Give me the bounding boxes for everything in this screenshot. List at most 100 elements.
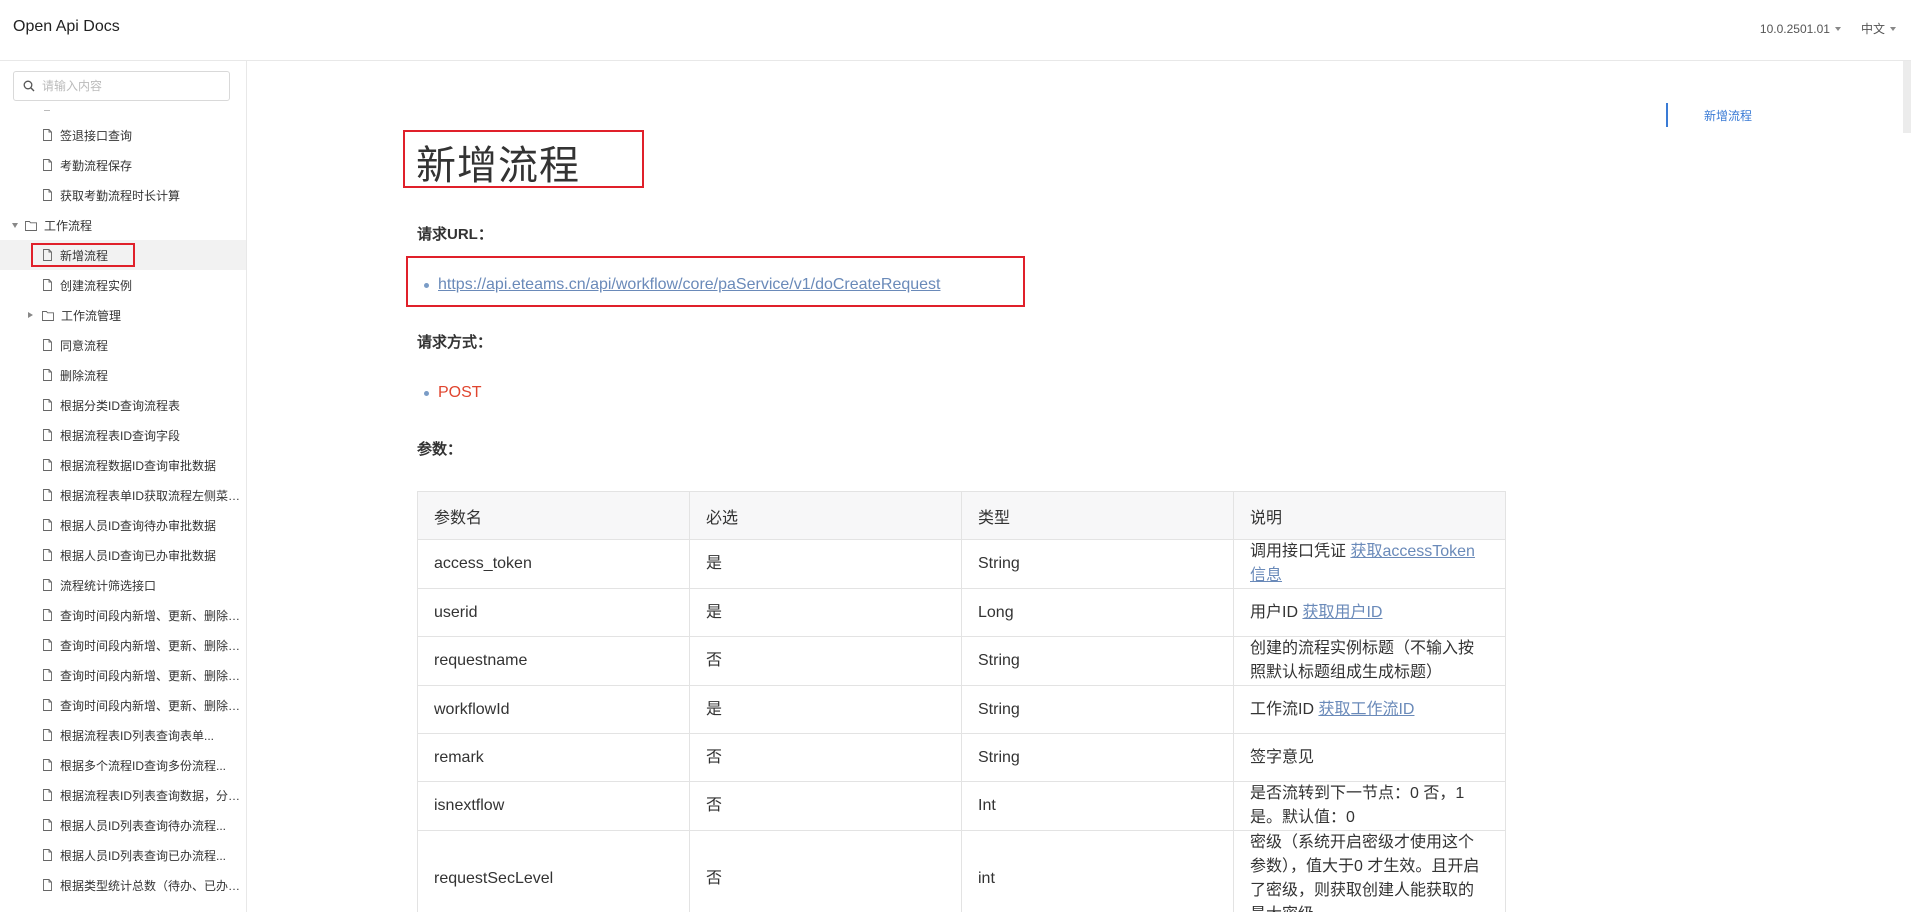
- sidebar-item-label: 考勤流程保存: [60, 158, 133, 173]
- param-required: 否: [689, 830, 962, 912]
- param-required: 是: [689, 539, 962, 589]
- language-dropdown[interactable]: 中文: [1861, 20, 1896, 37]
- nav-tree: 签退接口查询考勤流程保存获取考勤流程时长计算工作流程新增流程创建流程实例 工作流管…: [0, 110, 246, 900]
- sidebar-item[interactable]: 工作流管理: [0, 300, 246, 330]
- table-row: remark 否 String 签字意见: [417, 733, 1506, 782]
- sidebar-item[interactable]: 查询时间段内新增、更新、删除的...: [0, 600, 246, 630]
- search-input[interactable]: [42, 79, 222, 93]
- file-icon: [43, 789, 52, 801]
- sidebar-item-label: 查询时间段内新增、更新、删除的...: [60, 608, 242, 623]
- sidebar-item[interactable]: 查询时间段内新增、更新、删除的...: [0, 660, 246, 690]
- sidebar-item[interactable]: 根据分类ID查询流程表: [0, 390, 246, 420]
- sidebar-item[interactable]: 获取考勤流程时长计算: [0, 180, 246, 210]
- table-header-row: 参数名 必选 类型 说明: [417, 491, 1506, 540]
- param-desc-text: 调用接口凭证: [1250, 543, 1351, 560]
- param-required: 否: [689, 636, 962, 686]
- sidebar-item[interactable]: 根据人员ID列表查询待办流程...: [0, 810, 246, 840]
- sidebar-item[interactable]: 根据多个流程ID查询多份流程...: [0, 750, 246, 780]
- sidebar-item[interactable]: 根据流程表单ID获取流程左侧菜单...: [0, 480, 246, 510]
- param-desc: 创建的流程实例标题（不输入按照默认标题组成生成标题）: [1233, 636, 1506, 686]
- param-name: userid: [417, 588, 690, 637]
- column-header-required: 必选: [689, 491, 962, 540]
- param-desc-text: 创建的流程实例标题（不输入按照默认标题组成生成标题）: [1250, 640, 1475, 681]
- sidebar-item[interactable]: 根据类型统计总数（待办、已办、...: [0, 870, 246, 900]
- param-name: workflowId: [417, 685, 690, 734]
- sidebar-item-label: 根据流程表ID查询字段: [60, 428, 181, 443]
- toc-item-active[interactable]: 新增流程: [1666, 103, 1752, 127]
- sidebar-item-label: 根据多个流程ID查询多份流程...: [60, 758, 227, 773]
- param-required: 否: [689, 781, 962, 831]
- sidebar-item[interactable]: 根据流程表ID查询字段: [0, 420, 246, 450]
- sidebar-item-label: 工作流管理: [61, 308, 122, 323]
- file-icon: [43, 549, 52, 561]
- sidebar-item[interactable]: 考勤流程保存: [0, 150, 246, 180]
- param-name: remark: [417, 733, 690, 782]
- file-icon: [43, 369, 52, 381]
- url-highlight-box: [406, 256, 1025, 307]
- brand-title[interactable]: Open Api Docs: [13, 18, 120, 36]
- folder-icon: [42, 310, 54, 321]
- param-desc: 工作流ID 获取工作流ID: [1233, 685, 1506, 734]
- sidebar-item[interactable]: 根据流程数据ID查询审批数据: [0, 450, 246, 480]
- param-desc-link[interactable]: 获取用户ID: [1302, 604, 1382, 621]
- sidebar-item[interactable]: 创建流程实例: [0, 270, 246, 300]
- sidebar-item-label: 根据人员ID列表查询待办流程...: [60, 818, 227, 833]
- file-icon: [43, 609, 52, 621]
- sidebar-item-label: 根据人员ID查询已办审批数据: [60, 548, 217, 563]
- version-dropdown[interactable]: 10.0.2501.01: [1760, 20, 1841, 37]
- param-type: Int: [961, 781, 1234, 831]
- sidebar-item[interactable]: 根据流程表ID列表查询数据，分页...: [0, 780, 246, 810]
- param-type: Long: [961, 588, 1234, 637]
- sidebar-item-label: 查询时间段内新增、更新、删除的...: [60, 668, 242, 683]
- sidebar-item[interactable]: 删除流程: [0, 360, 246, 390]
- params-table: 参数名 必选 类型 说明 access_token 是 String 调用接口凭证 获…: [417, 491, 1506, 912]
- main-scrollbar[interactable]: [1903, 61, 1911, 133]
- sidebar-item-label: 创建流程实例: [60, 278, 133, 293]
- sidebar-item[interactable]: 根据人员ID查询待办审批数据: [0, 510, 246, 540]
- chevron-down-icon: [12, 222, 18, 228]
- column-header-name: 参数名: [417, 491, 690, 540]
- sidebar-item[interactable]: 查询时间段内新增、更新、删除三...: [0, 630, 246, 660]
- sidebar-item[interactable]: 工作流程: [0, 210, 246, 240]
- param-desc-text: 是否流转到下一节点：0 否，1 是。默认值：0: [1250, 785, 1465, 826]
- param-name: requestSecLevel: [417, 830, 690, 912]
- param-desc-text: 密级（系统开启密级才使用这个参数），值大于0 才生效。且开启了密级，则获取创建人…: [1250, 834, 1480, 912]
- param-desc-link[interactable]: 获取工作流ID: [1318, 701, 1414, 718]
- sidebar-item[interactable]: 签退接口查询: [0, 120, 246, 150]
- table-row: requestname 否 String 创建的流程实例标题（不输入按照默认标题组成生…: [417, 636, 1506, 686]
- param-name: requestname: [417, 636, 690, 686]
- sidebar-item[interactable]: 新增流程: [0, 240, 246, 270]
- column-header-desc: 说明: [1233, 491, 1506, 540]
- file-icon: [43, 849, 52, 861]
- tree-item-cutoff: [0, 110, 246, 120]
- sidebar-item-label: 根据流程数据ID查询审批数据: [60, 458, 217, 473]
- toc-label: 新增流程: [1704, 109, 1753, 123]
- file-icon: [43, 819, 52, 831]
- sidebar-item-label: 根据流程表单ID获取流程左侧菜单...: [60, 488, 242, 503]
- folder-icon: [25, 220, 37, 231]
- sidebar-item[interactable]: 根据人员ID列表查询已办流程...: [0, 840, 246, 870]
- sidebar-item-label: 删除流程: [60, 368, 109, 383]
- param-desc: 签字意见: [1233, 733, 1506, 782]
- chevron-right-icon: [28, 312, 33, 318]
- file-icon: [43, 279, 52, 291]
- param-desc: 密级（系统开启密级才使用这个参数），值大于0 才生效。且开启了密级，则获取创建人…: [1233, 830, 1506, 912]
- file-icon: [43, 519, 52, 531]
- file-icon: [43, 669, 52, 681]
- param-required: 是: [689, 588, 962, 637]
- sidebar-item-label: 根据分类ID查询流程表: [60, 398, 181, 413]
- sidebar-item-label: 根据类型统计总数（待办、已办、...: [60, 878, 242, 893]
- file-icon: [43, 459, 52, 471]
- sidebar-item-label: 根据人员ID列表查询已办流程...: [60, 848, 227, 863]
- sidebar-item[interactable]: 根据流程表ID列表查询表单...: [0, 720, 246, 750]
- sidebar-item[interactable]: 根据人员ID查询已办审批数据: [0, 540, 246, 570]
- param-desc: 是否流转到下一节点：0 否，1 是。默认值：0: [1233, 781, 1506, 831]
- sidebar-item[interactable]: 流程统计筛选接口: [0, 570, 246, 600]
- sidebar-item-label: 查询时间段内新增、更新、删除三...: [60, 698, 242, 713]
- param-desc: 用户ID 获取用户ID: [1233, 588, 1506, 637]
- sidebar-item[interactable]: 查询时间段内新增、更新、删除三...: [0, 690, 246, 720]
- sidebar-item[interactable]: 同意流程: [0, 330, 246, 360]
- method-heading: 请求方式：: [417, 334, 493, 351]
- search-box: [13, 71, 230, 101]
- sidebar-item-label: 工作流程: [44, 218, 93, 233]
